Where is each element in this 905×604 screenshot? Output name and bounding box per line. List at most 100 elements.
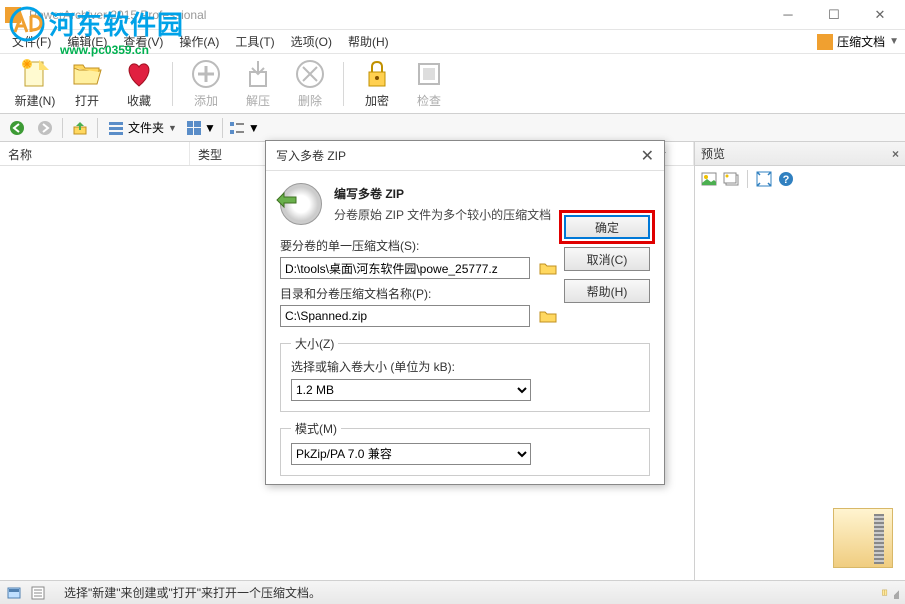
column-name[interactable]: 名称 <box>0 142 190 165</box>
status-archive-icon <box>881 589 888 596</box>
dialog-title: 写入多卷 ZIP <box>276 147 346 164</box>
menu-edit[interactable]: 编辑(E) <box>61 31 113 52</box>
new-label: 新建(N) <box>15 92 56 109</box>
details-icon <box>229 120 245 136</box>
list-icon <box>108 120 124 136</box>
menubar: 文件(F) 编辑(E) 查看(V) 操作(A) 工具(T) 选项(O) 帮助(H… <box>0 30 905 54</box>
folder-icon <box>539 309 557 323</box>
add-label: 添加 <box>194 92 218 109</box>
main-toolbar: 新建(N) 打开 收藏 添加 解压 <box>0 54 905 114</box>
delete-button[interactable]: 删除 <box>285 57 335 111</box>
navigation-bar: 文件夹 ▼ ▼ ▼ <box>0 114 905 142</box>
view-folder-dropdown[interactable]: 文件夹 ▼ <box>104 119 181 136</box>
chevron-down-icon: ▼ <box>168 123 177 133</box>
separator <box>747 170 748 188</box>
toolbar-separator <box>172 62 173 106</box>
window-title: PowerArchiver 2015 Professional <box>29 8 774 22</box>
chevron-down-icon: ▼ <box>204 121 216 135</box>
encrypt-label: 加密 <box>365 92 389 109</box>
encrypt-button[interactable]: 加密 <box>352 57 402 111</box>
preview-close-button[interactable]: × <box>892 147 899 161</box>
preview-toolbar: ? <box>695 166 905 192</box>
size-legend: 大小(Z) <box>291 335 338 352</box>
app-icon <box>5 7 21 23</box>
folder-icon <box>539 261 557 275</box>
archive-icon <box>817 34 833 50</box>
mode-legend: 模式(M) <box>291 420 341 437</box>
archive-preview-icon <box>833 508 893 568</box>
menu-view[interactable]: 查看(V) <box>117 31 169 52</box>
dialog-close-button[interactable]: ✕ <box>641 146 654 166</box>
source-input[interactable] <box>280 257 530 279</box>
separator <box>62 118 63 138</box>
dest-input[interactable] <box>280 305 530 327</box>
menu-tools[interactable]: 工具(T) <box>229 31 280 52</box>
browse-source-button[interactable] <box>536 257 560 279</box>
extract-icon <box>242 58 274 90</box>
add-button[interactable]: 添加 <box>181 57 231 111</box>
menu-help[interactable]: 帮助(H) <box>342 31 395 52</box>
ok-button[interactable]: 确定 <box>564 215 650 239</box>
grid-icon <box>187 121 201 135</box>
forward-button[interactable] <box>34 117 56 139</box>
resize-grip[interactable] <box>894 587 899 599</box>
minimize-button[interactable]: ─ <box>774 5 802 25</box>
delete-icon <box>294 58 326 90</box>
help-button[interactable]: 帮助(H) <box>564 279 650 303</box>
span-zip-dialog: 写入多卷 ZIP ✕ 编写多卷 ZIP 分卷原始 ZIP 文件为多个较小的压缩文… <box>265 140 665 485</box>
dialog-titlebar: 写入多卷 ZIP ✕ <box>266 141 664 171</box>
close-window-button[interactable]: ✕ <box>866 5 894 25</box>
window-titlebar: PowerArchiver 2015 Professional ─ ☐ ✕ <box>0 0 905 30</box>
svg-text:?: ? <box>783 174 790 186</box>
archive-dropdown-label[interactable]: 压缩文档 <box>837 33 885 50</box>
menu-options[interactable]: 选项(O) <box>285 31 338 52</box>
column-type[interactable]: 类型 <box>190 142 270 165</box>
open-label: 打开 <box>75 92 99 109</box>
open-button[interactable]: 打开 <box>62 57 112 111</box>
view-mode-dropdown[interactable]: ▼ <box>187 121 216 135</box>
disc-icon <box>280 183 322 225</box>
lock-icon <box>361 58 393 90</box>
view-details-dropdown[interactable]: ▼ <box>229 120 260 136</box>
dialog-button-column: 确定 取消(C) 帮助(H) <box>564 215 650 303</box>
preview-title: 预览 <box>701 145 725 162</box>
check-button[interactable]: 检查 <box>404 57 454 111</box>
delete-label: 删除 <box>298 92 322 109</box>
favorites-button[interactable]: 收藏 <box>114 57 164 111</box>
chevron-down-icon: ▼ <box>248 121 260 135</box>
up-button[interactable] <box>69 117 91 139</box>
browse-dest-button[interactable] <box>536 305 560 327</box>
toolbar-separator <box>343 62 344 106</box>
dialog-header-title: 编写多卷 ZIP <box>334 185 551 202</box>
size-label: 选择或输入卷大小 (单位为 kB): <box>291 358 639 375</box>
open-icon <box>71 58 103 90</box>
status-icon <box>6 585 22 601</box>
images-icon[interactable] <box>723 171 739 187</box>
separator <box>97 118 98 138</box>
cancel-button[interactable]: 取消(C) <box>564 247 650 271</box>
folder-label: 文件夹 <box>128 119 164 136</box>
size-combo[interactable]: 1.2 MB <box>291 379 531 401</box>
heart-icon <box>123 58 155 90</box>
menu-actions[interactable]: 操作(A) <box>173 31 225 52</box>
back-button[interactable] <box>6 117 28 139</box>
image-icon[interactable] <box>701 171 717 187</box>
chevron-down-icon[interactable]: ▼ <box>889 36 899 47</box>
new-icon <box>19 58 51 90</box>
status-icon-2 <box>30 585 46 601</box>
size-fieldset: 大小(Z) 选择或输入卷大小 (单位为 kB): 1.2 MB <box>280 335 650 412</box>
preview-header: 预览 × <box>695 142 905 166</box>
extract-button[interactable]: 解压 <box>233 57 283 111</box>
check-label: 检查 <box>417 92 441 109</box>
new-button[interactable]: 新建(N) <box>10 57 60 111</box>
expand-icon[interactable] <box>756 171 772 187</box>
menu-file[interactable]: 文件(F) <box>6 31 57 52</box>
plus-icon <box>190 58 222 90</box>
preview-panel: 预览 × ? <box>695 142 905 580</box>
maximize-button[interactable]: ☐ <box>820 5 848 25</box>
help-icon[interactable]: ? <box>778 171 794 187</box>
mode-combo[interactable]: PkZip/PA 7.0 兼容 <box>291 443 531 465</box>
extract-label: 解压 <box>246 92 270 109</box>
check-icon <box>413 58 445 90</box>
mode-fieldset: 模式(M) PkZip/PA 7.0 兼容 <box>280 420 650 476</box>
